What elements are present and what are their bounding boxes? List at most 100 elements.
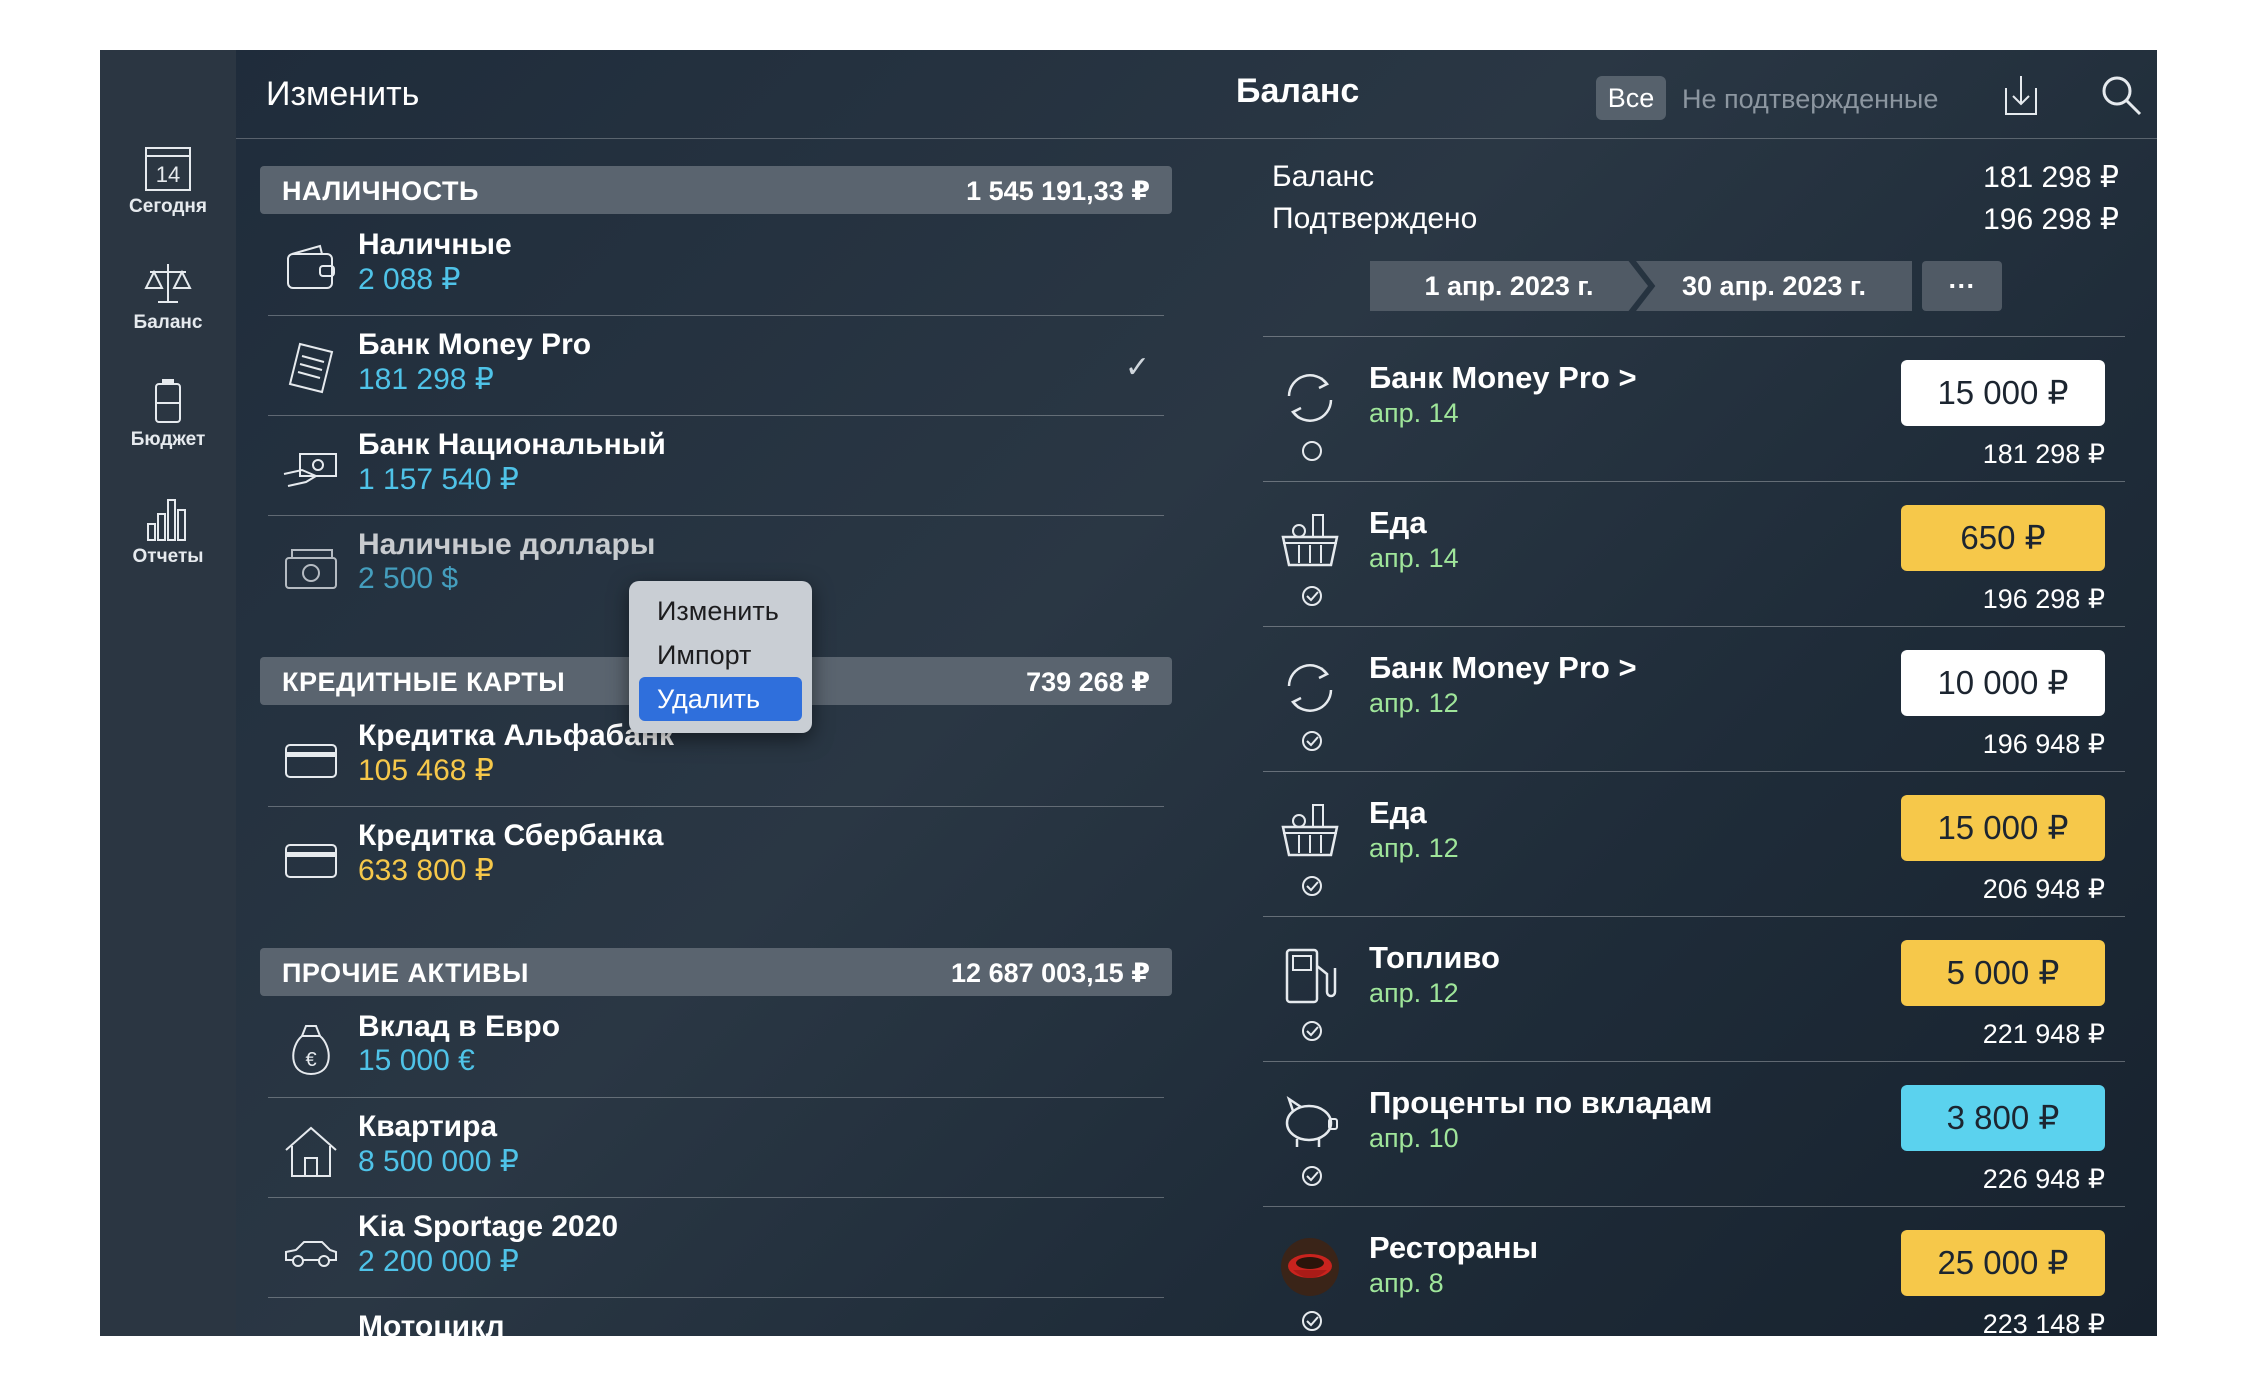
transaction-amount: 15 000 ₽	[1901, 795, 2105, 861]
running-balance: 223 148 ₽	[1982, 1309, 2105, 1336]
date-to-label: 30 апр. 2023 г.	[1682, 271, 1866, 301]
transaction-row[interactable]: Банк Money Pro > апр. 14 15 000 ₽ 181 29…	[1263, 336, 2125, 481]
account-value: 2 200 000 ₽	[358, 1245, 519, 1278]
cash-hand-icon	[283, 453, 337, 487]
section-title: КРЕДИТНЫЕ КАРТЫ	[282, 667, 566, 697]
transaction-name: Топливо	[1369, 940, 1500, 975]
search-icon[interactable]	[2098, 72, 2144, 118]
context-menu: Изменить Импорт Удалить	[629, 581, 812, 733]
row-divider	[1263, 626, 2125, 627]
transaction-amount: 5 000 ₽	[1901, 940, 2105, 1006]
unconfirmed-status-icon[interactable]	[1301, 440, 1323, 462]
running-balance: 206 948 ₽	[1982, 874, 2105, 904]
confirmed-status-icon[interactable]	[1301, 585, 1323, 607]
balance-label: Баланс	[1272, 160, 1375, 193]
calendar-icon: 14	[145, 147, 191, 191]
checkmark-icon: ✓	[1124, 351, 1150, 384]
edit-button[interactable]: Изменить	[266, 75, 419, 114]
date-more-button[interactable]: ···	[1922, 261, 2002, 311]
account-name: Вклад в Евро	[358, 1010, 561, 1043]
money-bag-euro-icon: €	[292, 1025, 330, 1076]
confirmed-status-icon[interactable]	[1301, 1165, 1323, 1187]
account-row[interactable]: Банк Национальный 1 157 540 ₽	[268, 416, 1164, 516]
grocery-basket-icon	[1281, 514, 1339, 567]
transaction-name: Банк Money Pro >	[1369, 360, 1637, 395]
transaction-row[interactable]: Рестораны апр. 8 25 000 ₽ 223 148 ₽	[1263, 1206, 2125, 1336]
sidebar-item-balance[interactable]: Баланс	[100, 258, 236, 334]
account-row[interactable]: € Вклад в Евро 15 000 €	[268, 998, 1164, 1098]
filter-unconfirmed-button[interactable]: Не подтвержденные	[1682, 84, 1938, 115]
section-title: НАЛИЧНОСТЬ	[282, 176, 479, 206]
account-row[interactable]: Кредитка Сбербанка 633 800 ₽	[268, 807, 1164, 907]
balance-value: 181 298 ₽	[1983, 161, 2119, 194]
row-divider	[1263, 916, 2125, 917]
account-value: 2 500 $	[358, 562, 459, 595]
date-from-button[interactable]: 1 апр. 2023 г.	[1370, 261, 1648, 311]
import-icon[interactable]	[1998, 72, 2044, 118]
credit-card-icon	[285, 844, 337, 878]
transaction-row[interactable]: Банк Money Pro > апр. 12 10 000 ₽ 196 94…	[1263, 626, 2125, 771]
sidebar-item-label: Бюджет	[130, 429, 206, 450]
account-value: 181 298 ₽	[358, 363, 494, 396]
menu-item-edit[interactable]: Изменить	[639, 589, 802, 633]
account-name: Мотоцикл	[358, 1310, 505, 1336]
running-balance: 196 948 ₽	[1982, 729, 2105, 759]
account-row[interactable]: Kia Sportage 2020 2 200 000 ₽	[268, 1198, 1164, 1298]
menu-item-delete[interactable]: Удалить	[639, 677, 802, 721]
account-row[interactable]: Банк Money Pro 181 298 ₽ ✓	[268, 316, 1164, 416]
account-value: 105 468 ₽	[358, 754, 494, 787]
more-label: ···	[1948, 271, 1976, 301]
transaction-row[interactable]: Топливо апр. 12 5 000 ₽ 221 948 ₽	[1263, 916, 2125, 1061]
transaction-amount: 15 000 ₽	[1901, 360, 2105, 426]
confirmed-label: Подтверждено	[1272, 202, 1478, 235]
section-title: ПРОЧИЕ АКТИВЫ	[282, 958, 529, 988]
transaction-amount: 25 000 ₽	[1901, 1230, 2105, 1296]
piggy-bank-icon	[1285, 1095, 1338, 1147]
transaction-row[interactable]: Еда апр. 12 15 000 ₽ 206 948 ₽	[1263, 771, 2125, 916]
sidebar-item-reports[interactable]: Отчеты	[100, 492, 236, 568]
wallet-icon	[287, 244, 335, 289]
money-icon	[285, 549, 337, 589]
confirmed-status-icon[interactable]	[1301, 730, 1323, 752]
transaction-amount: 3 800 ₽	[1901, 1085, 2105, 1151]
running-balance: 196 298 ₽	[1982, 584, 2105, 614]
transaction-name: Еда	[1369, 505, 1427, 540]
section-total: 12 687 003,15 ₽	[951, 958, 1150, 988]
row-divider	[1263, 481, 2125, 482]
transaction-date: апр. 14	[1369, 398, 1459, 428]
confirmed-status-icon[interactable]	[1301, 1310, 1323, 1332]
transaction-date: апр. 12	[1369, 833, 1459, 863]
filter-all-button[interactable]: Все	[1596, 76, 1666, 120]
sidebar-item-label: Баланс	[133, 312, 203, 333]
account-name: Наличные доллары	[358, 528, 656, 561]
account-value: 8 500 000 ₽	[358, 1145, 519, 1178]
sidebar-item-budget[interactable]: Бюджет	[100, 375, 236, 451]
transaction-name: Банк Money Pro >	[1369, 650, 1637, 685]
calendar-day: 14	[156, 162, 180, 187]
transaction-row[interactable]: Проценты по вкладам апр. 10 3 800 ₽ 226 …	[1263, 1061, 2125, 1206]
account-row[interactable]: Квартира 8 500 000 ₽	[268, 1098, 1164, 1198]
transaction-name: Рестораны	[1369, 1230, 1539, 1265]
account-row[interactable]: Мотоцикл	[268, 1298, 1164, 1336]
transaction-row[interactable]: Еда апр. 14 650 ₽ 196 298 ₽	[1263, 481, 2125, 626]
coffee-cup-icon	[1281, 1238, 1339, 1296]
transaction-date: апр. 14	[1369, 543, 1459, 573]
date-to-button[interactable]: 30 апр. 2023 г.	[1636, 261, 1912, 311]
menu-item-import[interactable]: Импорт	[639, 633, 802, 677]
transaction-date: апр. 10	[1369, 1123, 1459, 1153]
confirmed-status-icon[interactable]	[1301, 875, 1323, 897]
row-divider	[1263, 1061, 2125, 1062]
transaction-name: Еда	[1369, 795, 1427, 830]
credit-card-icon	[285, 744, 337, 778]
confirmed-status-icon[interactable]	[1301, 1020, 1323, 1042]
account-value: 1 157 540 ₽	[358, 463, 519, 496]
account-row[interactable]: Наличные 2 088 ₽	[268, 216, 1164, 316]
transfer-icon	[1287, 664, 1333, 712]
section-total: 1 545 191,33 ₽	[966, 176, 1150, 206]
sidebar: 14 Сегодня Баланс Бюджет Отчеты	[100, 50, 236, 1336]
date-from-label: 1 апр. 2023 г.	[1424, 271, 1594, 301]
account-name: Банк Money Pro	[358, 328, 592, 361]
svg-text:€: €	[305, 1049, 316, 1071]
sidebar-item-today[interactable]: 14 Сегодня	[100, 142, 236, 218]
transaction-name: Проценты по вкладам	[1369, 1085, 1713, 1120]
